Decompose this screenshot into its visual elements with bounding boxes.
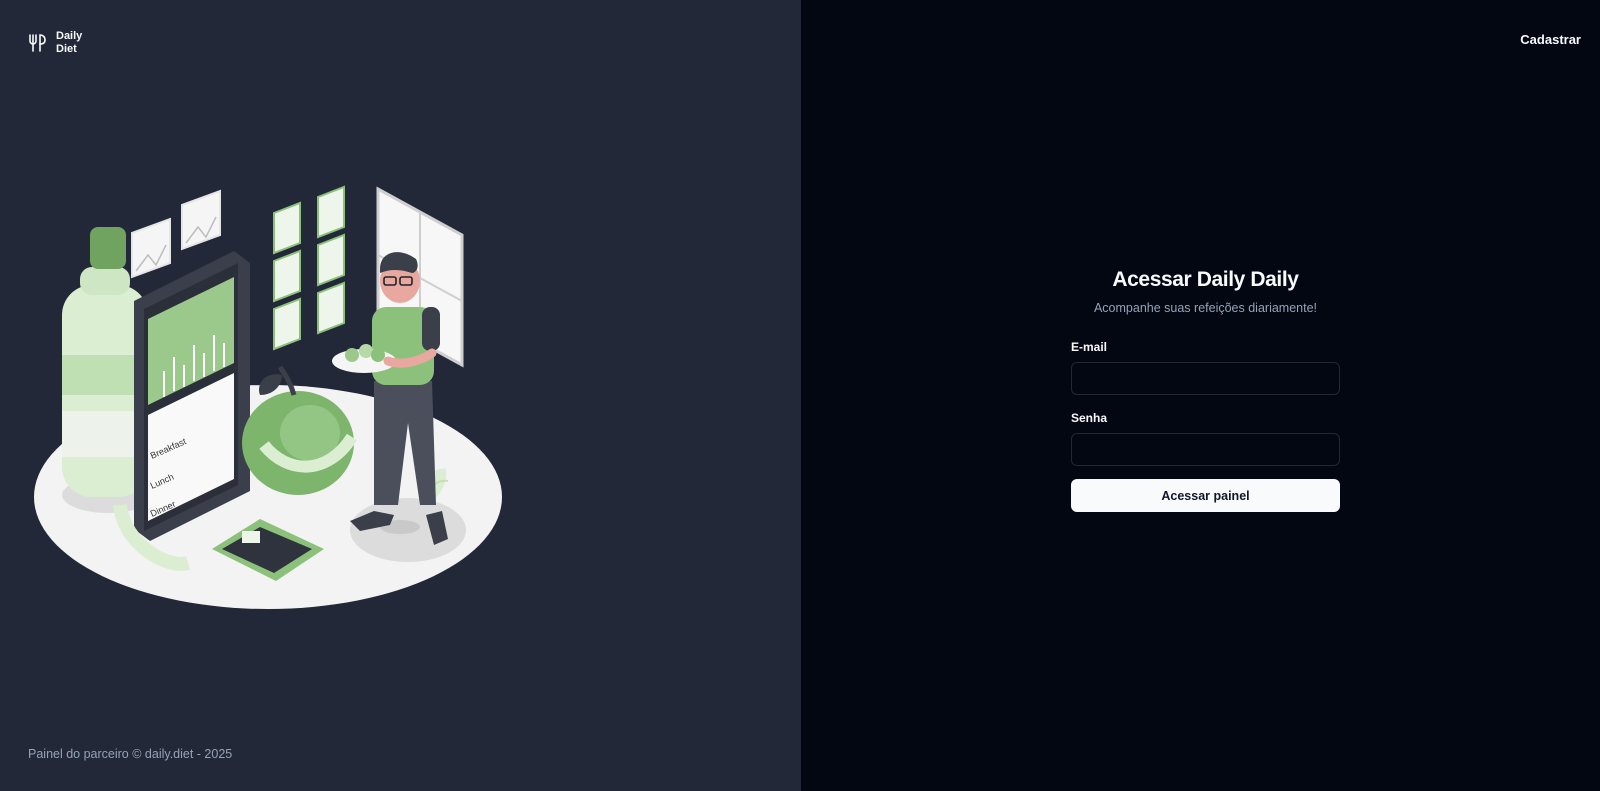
hero-panel: Daily Diet Breakfast Lunch Dinner Painel… [0,0,801,791]
email-field[interactable] [1071,362,1340,395]
login-title: Acessar Daily Daily [1112,268,1299,291]
brand[interactable]: Daily Diet [28,30,82,56]
password-field[interactable] [1071,433,1340,466]
brand-name: Daily Diet [56,30,83,55]
auth-panel: Cadastrar Acessar Daily Daily Acompanhe … [801,0,1600,791]
signup-link[interactable]: Cadastrar [1520,32,1581,47]
fork-knife-icon [29,34,46,52]
login-subtitle: Acompanhe suas refeições diariamente! [1093,301,1318,315]
footer-copyright: Painel do parceiro © daily.diet - 2025 [28,747,233,761]
nutrition-illustration: Breakfast Lunch Dinner [34,185,502,609]
food-tiles [273,185,345,351]
submit-button[interactable]: Acessar painel [1071,479,1340,512]
phone: Breakfast Lunch Dinner [134,251,250,541]
email-label: E-mail [1071,340,1108,354]
login-form: Acessar Daily Daily Acompanhe suas refei… [1071,268,1340,512]
password-label: Senha [1071,411,1108,425]
